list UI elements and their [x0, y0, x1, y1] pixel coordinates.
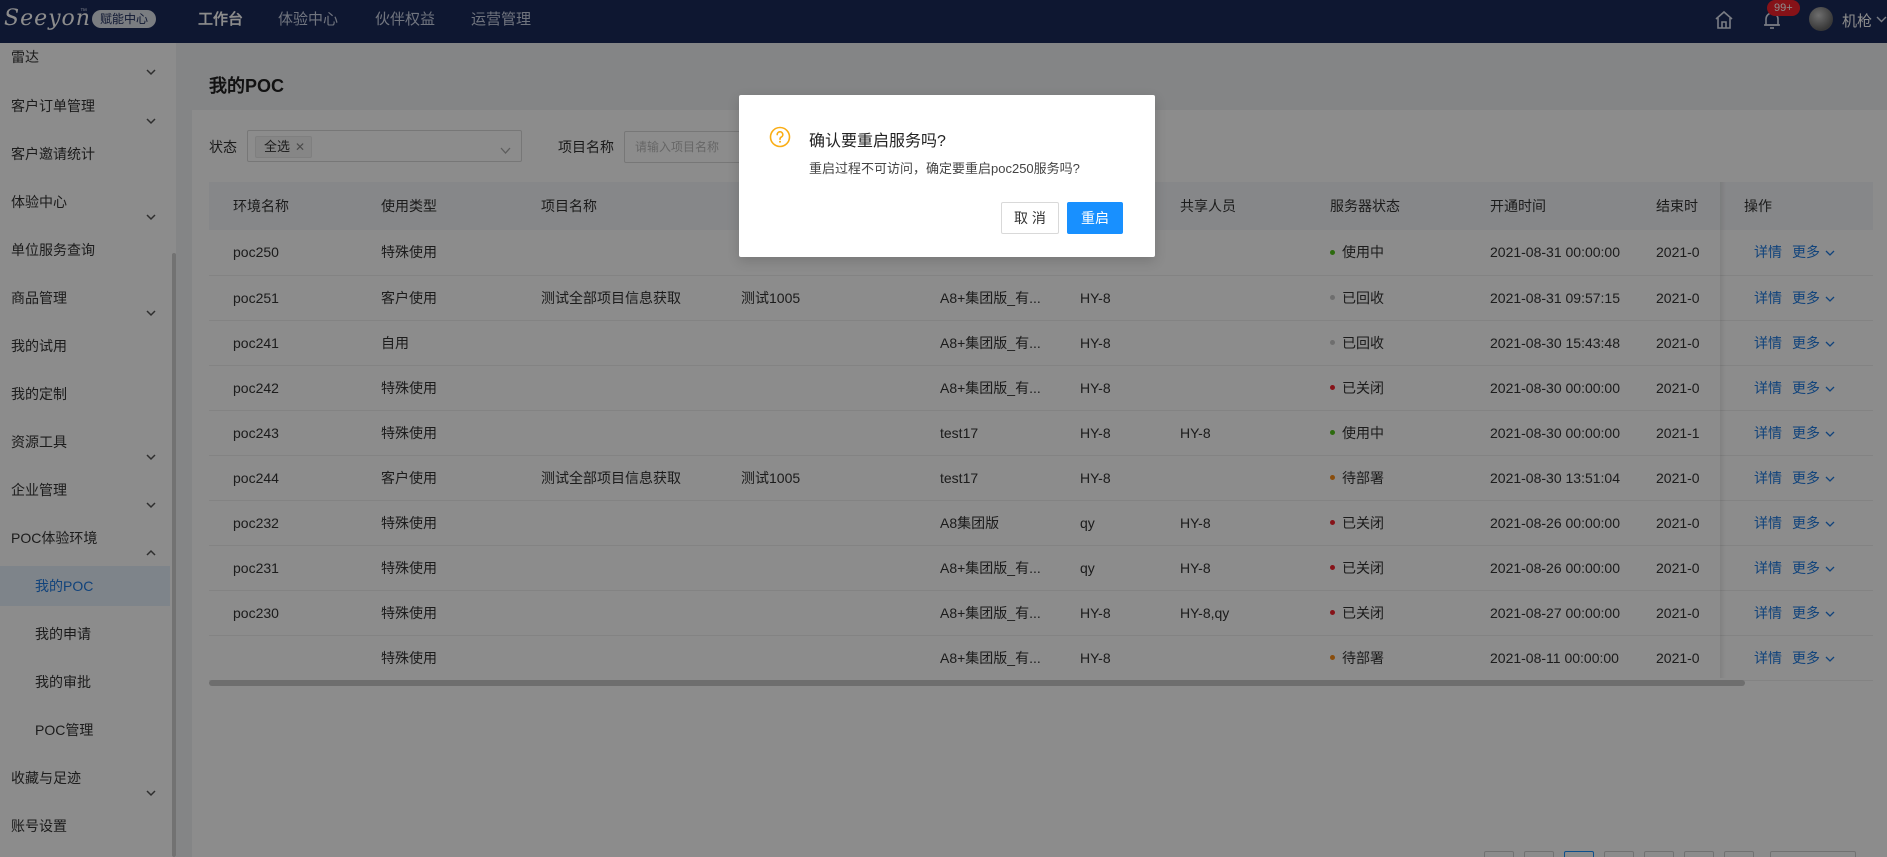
restart-button[interactable]: 重启 [1067, 202, 1123, 234]
confirm-dialog: 确认要重启服务吗? 重启过程不可访问，确定要重启poc250服务吗? 取 消 重… [739, 95, 1155, 257]
dialog-content: 重启过程不可访问，确定要重启poc250服务吗? [809, 161, 1080, 176]
question-circle-icon [769, 126, 791, 148]
cancel-button[interactable]: 取 消 [1001, 202, 1059, 234]
dialog-title: 确认要重启服务吗? [809, 133, 946, 150]
